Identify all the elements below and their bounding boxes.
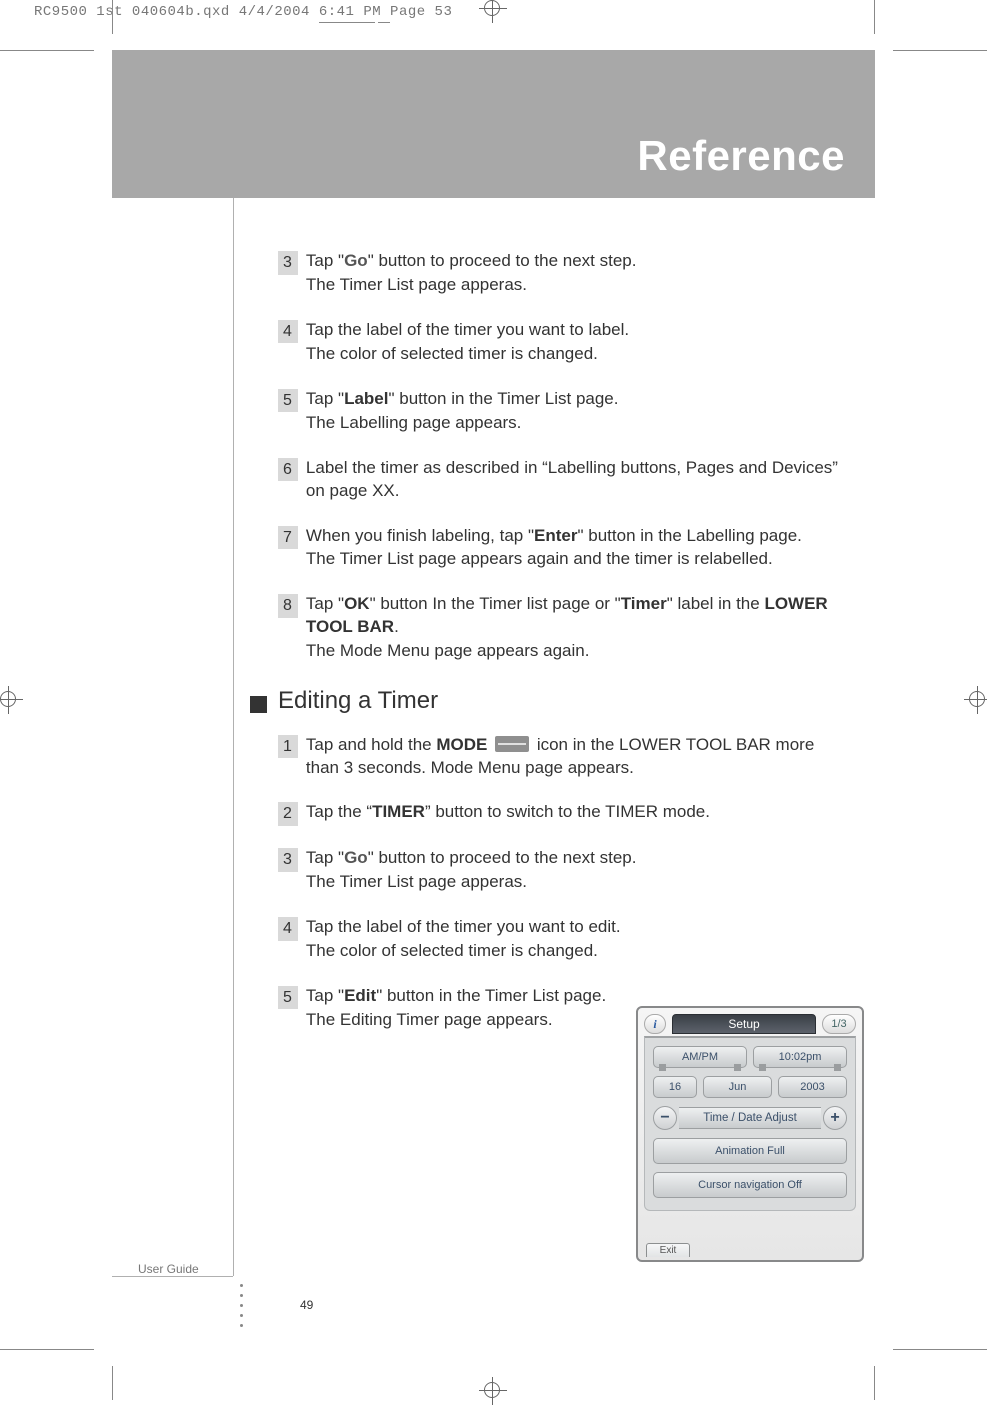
month-button[interactable]: Jun [703,1076,772,1098]
time-button[interactable]: 10:02pm [753,1046,847,1068]
step-4: 4 Tap the label of the timer you want to… [278,319,847,366]
ampm-button[interactable]: AM/PM [653,1046,747,1068]
device-body: AM/PM 10:02pm 16 Jun 2003 − Time / Date … [644,1036,856,1211]
crop-mark [874,0,875,34]
slugline-underline [378,22,390,23]
step-number-badge: 3 [278,848,298,872]
step-5: 5 Tap "Label" button in the Timer List p… [278,388,847,435]
info-icon[interactable]: i [644,1014,666,1034]
setup-tab[interactable]: Setup [672,1014,816,1034]
crop-mark [893,1349,987,1350]
cursor-nav-button[interactable]: Cursor navigation Off [653,1172,847,1198]
step-text: Tap "OK" button In the Timer list page o… [306,593,847,663]
crop-mark [893,50,987,51]
crop-mark [0,50,94,51]
page-number: 49 [300,1298,313,1312]
mode-icon [495,736,529,752]
section-heading-editing-timer: Editing a Timer [250,685,847,717]
slugline-underline [319,22,375,23]
registration-mark-icon [964,686,987,714]
year-button[interactable]: 2003 [778,1076,847,1098]
step-text: Tap "Go" button to proceed to the next s… [306,250,847,297]
device-header: i Setup 1/3 [638,1008,862,1036]
page-indicator: 1/3 [822,1014,856,1034]
step-text: Tap the label of the timer you want to e… [306,916,661,963]
step-number-badge: 6 [278,458,298,482]
step-number-badge: 7 [278,526,298,550]
registration-mark-icon [479,0,507,23]
device-screenshot-setup: i Setup 1/3 AM/PM 10:02pm 16 Jun 2003 − … [636,1006,864,1262]
divider [112,1276,233,1277]
step-6: 6 Label the timer as described in “Label… [278,457,847,503]
b-step-2: 2 Tap the “TIMER” button to switch to th… [278,801,847,825]
registration-mark-icon [0,686,23,714]
crop-mark [0,1349,94,1350]
step-number-badge: 2 [278,802,298,826]
step-text: Tap the label of the timer you want to l… [306,319,847,366]
day-button[interactable]: 16 [653,1076,697,1098]
minus-button[interactable]: − [653,1106,677,1130]
step-text: When you finish labeling, tap "Enter" bu… [306,525,847,572]
main-content: 3 Tap "Go" button to proceed to the next… [278,250,847,1054]
section-title: Editing a Timer [278,685,438,717]
step-number-badge: 5 [278,389,298,413]
plus-button[interactable]: + [823,1106,847,1130]
animation-button[interactable]: Animation Full [653,1138,847,1164]
step-number-badge: 4 [278,320,298,344]
square-bullet-icon [250,696,267,713]
page-title: Reference [637,132,845,180]
crop-mark [112,0,113,34]
prepress-slugline: RC9500 1st 040604b.qxd 4/4/2004 6:41 PM … [34,4,452,20]
step-number-badge: 4 [278,917,298,941]
time-date-adjust-label: Time / Date Adjust [679,1107,821,1129]
decorative-dots-icon [240,1284,244,1334]
step-text: Label the timer as described in “Labelli… [306,457,847,503]
step-8: 8 Tap "OK" button In the Timer list page… [278,593,847,663]
user-guide-label: User Guide [138,1262,199,1276]
b-step-1: 1 Tap and hold the MODE icon in the LOWE… [278,734,847,780]
crop-mark [874,1366,875,1400]
step-number-badge: 5 [278,986,298,1010]
step-text: Tap "Edit" button in the Timer List page… [306,985,661,1032]
step-number-badge: 3 [278,251,298,275]
b-step-3: 3 Tap "Go" button to proceed to the next… [278,847,847,894]
header-banner: Reference [112,50,875,198]
crop-mark [112,1366,113,1400]
b-step-4: 4 Tap the label of the timer you want to… [278,916,847,963]
registration-mark-icon [479,1377,507,1405]
step-text: Tap "Label" button in the Timer List pag… [306,388,847,435]
step-text: Tap and hold the MODE icon in the LOWER … [306,734,847,780]
step-7: 7 When you finish labeling, tap "Enter" … [278,525,847,572]
column-divider [233,198,234,1276]
step-text: Tap the “TIMER” button to switch to the … [306,801,847,824]
step-number-badge: 8 [278,594,298,618]
step-3: 3 Tap "Go" button to proceed to the next… [278,250,847,297]
exit-button[interactable]: Exit [646,1243,690,1257]
step-text: Tap "Go" button to proceed to the next s… [306,847,847,894]
step-number-badge: 1 [278,735,298,759]
